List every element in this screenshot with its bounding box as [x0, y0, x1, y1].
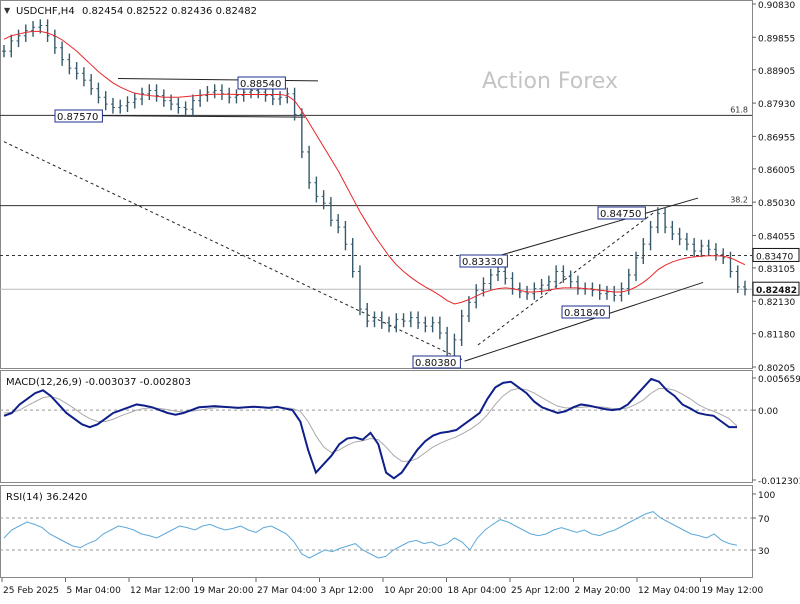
price-right-badge: 0.82482 [756, 286, 797, 296]
usdchf-chart: Action Forex ▼ USDCHF,H4 0.82454 0.82522… [0, 0, 800, 600]
price-point-label: 0.84750 [600, 209, 641, 220]
header-dropdown-icon[interactable]: ▼ [4, 6, 11, 15]
rsi-axis-label: 70 [758, 515, 770, 525]
macd-axis-label: 0.00 [758, 407, 778, 417]
price-axis-label: 0.89855 [758, 34, 795, 44]
watermark: Action Forex [482, 69, 618, 94]
price-axis-label: 0.81180 [758, 331, 795, 341]
price-panel-frame [0, 0, 753, 369]
price-axis-label: 0.80205 [758, 364, 795, 374]
x-axis-label: 27 Mar 04:00 [257, 586, 317, 596]
chart-canvas: Action Forex ▼ USDCHF,H4 0.82454 0.82522… [0, 0, 800, 596]
price-point-label: 0.83330 [462, 257, 503, 268]
rising-channel-lower [464, 281, 704, 362]
macd-title: MACD(12,26,9) -0.003037 -0.002803 [6, 377, 191, 388]
x-axis-label: 25 Feb 2025 [3, 586, 59, 596]
consolidation-upper-line [117, 77, 319, 82]
x-axis-label: 5 Mar 04:00 [67, 586, 122, 596]
price-axis-label: 0.90830 [758, 1, 795, 11]
x-axis-label: 12 Mar 12:00 [130, 586, 190, 596]
price-axis-label: 0.87930 [758, 100, 795, 110]
price-point-label: 0.88540 [240, 79, 281, 90]
price-point-label: 0.87570 [57, 112, 98, 123]
rsi-axis-label: 100 [758, 491, 775, 501]
x-axis-label: 25 Apr 12:00 [511, 586, 570, 596]
moving-average-line [3, 30, 746, 305]
price-point-label: 0.81840 [564, 308, 605, 319]
x-axis-label: 19 May 12:00 [702, 586, 764, 596]
price-axis-label: 0.83105 [758, 265, 795, 275]
x-axis-label: 19 Mar 20:00 [194, 586, 254, 596]
x-axis-label: 2 May 20:00 [575, 586, 631, 596]
price-axis-label: 0.85030 [758, 199, 795, 209]
price-right-badge: 0.83470 [756, 252, 793, 262]
header-symbol: USDCHF,H4 [16, 6, 75, 17]
x-axis-label: 3 Apr 12:00 [321, 586, 374, 596]
rsi-axis-label: 30 [758, 547, 770, 557]
price-point-label: 0.80380 [415, 358, 456, 369]
x-axis-label: 10 Apr 20:00 [384, 586, 443, 596]
price-axis-label: 0.82130 [758, 298, 795, 308]
x-axis-label: 18 Apr 04:00 [448, 586, 507, 596]
price-axis-label: 0.88905 [758, 67, 795, 77]
price-axis-label: 0.86955 [758, 133, 795, 143]
macd-axis-label: -0.012301 [758, 477, 800, 487]
rsi-line [3, 511, 738, 559]
x-axis-label: 12 May 04:00 [638, 586, 700, 596]
macd-axis-label: 0.005659 [758, 375, 800, 385]
rsi-panel-frame [0, 485, 753, 578]
fibonacci-level-label: 38.2 [730, 196, 748, 205]
price-axis-label: 0.84055 [758, 232, 795, 242]
fibonacci-level-label: 61.8 [730, 105, 748, 114]
macd-signal-line [3, 388, 738, 462]
macd-line [3, 377, 737, 480]
rsi-title: RSI(14) 36.2420 [6, 492, 87, 503]
price-axis-label: 0.86005 [758, 166, 795, 176]
header-ohlc: 0.82454 0.82522 0.82436 0.82482 [82, 6, 257, 17]
